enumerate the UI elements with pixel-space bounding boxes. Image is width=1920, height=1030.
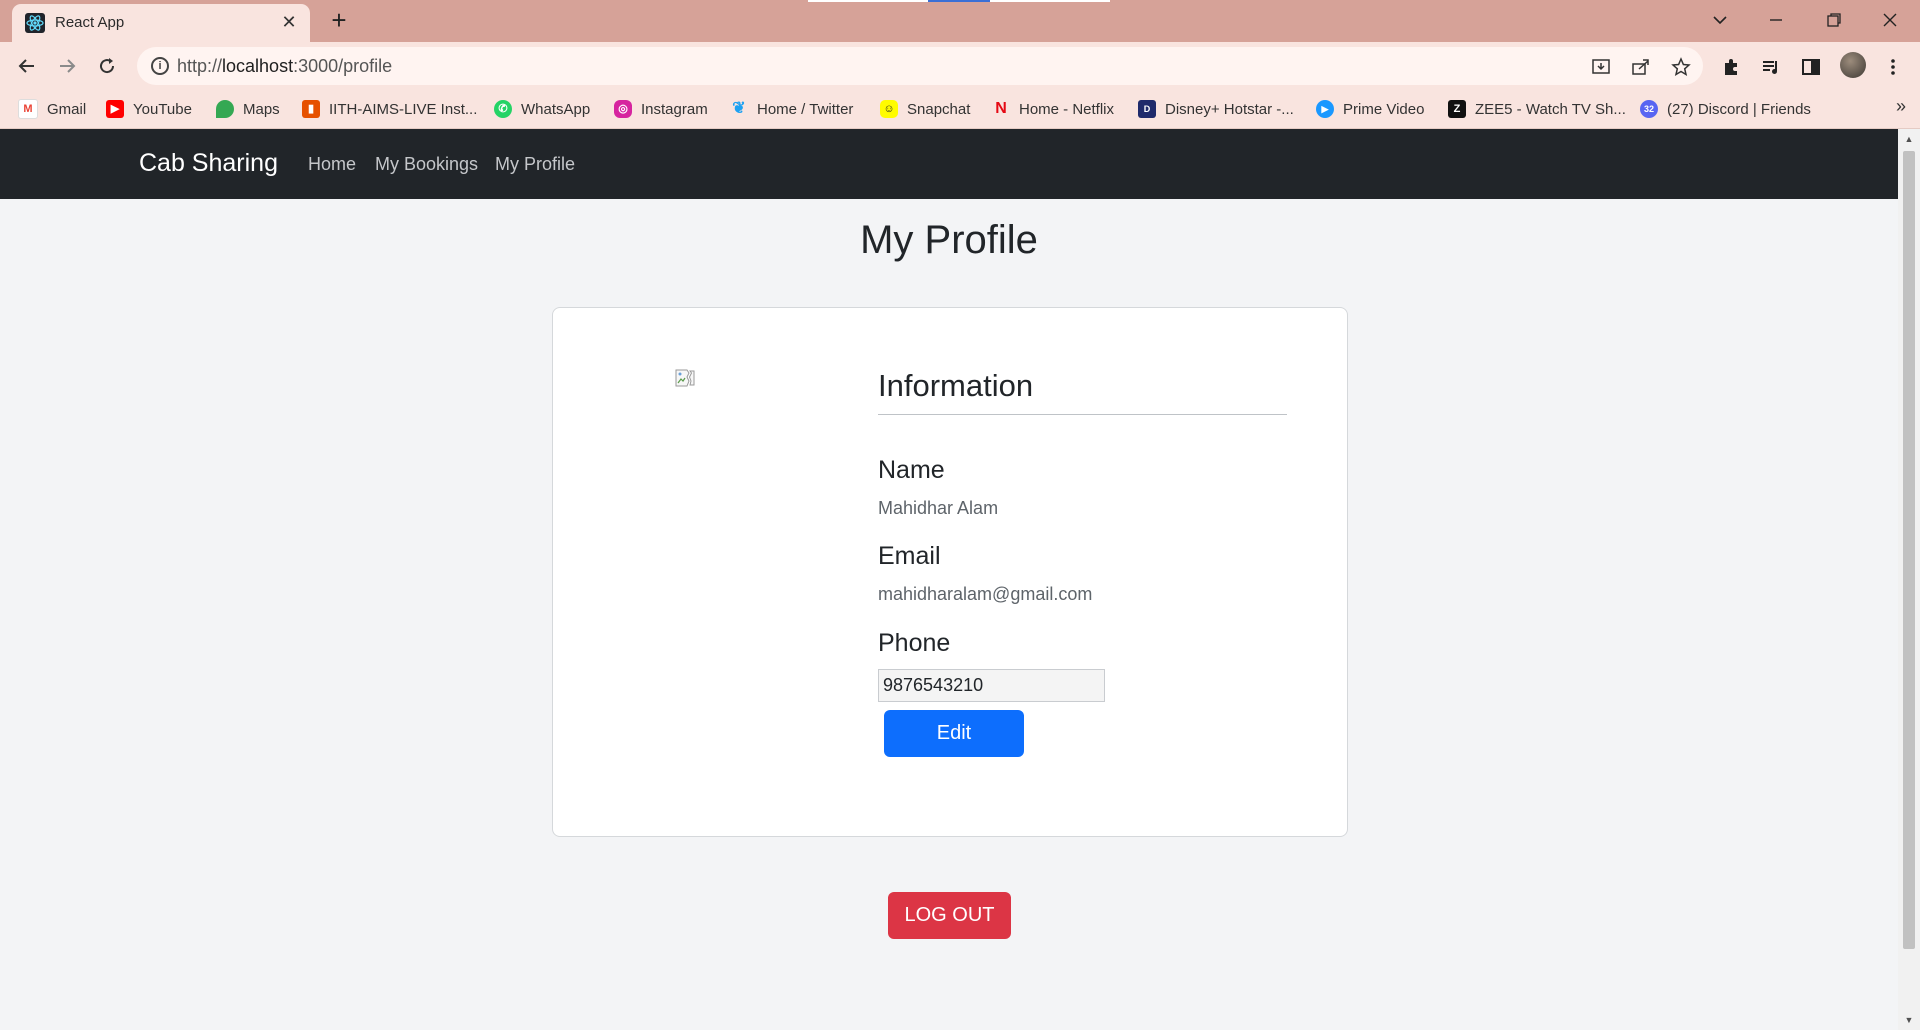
minimize-button[interactable] — [1748, 0, 1804, 40]
bookmark-maps[interactable]: Maps — [216, 96, 280, 122]
phone-field[interactable] — [878, 669, 1105, 702]
netflix-icon: N — [995, 100, 1007, 117]
scroll-down-arrow-icon[interactable]: ▼ — [1898, 1012, 1920, 1028]
bookmark-whatsapp[interactable]: ✆ WhatsApp — [494, 96, 590, 122]
profile-card: Information Name Mahidhar Alam Email mah… — [552, 307, 1348, 837]
nav-link-my-profile[interactable]: My Profile — [495, 154, 575, 175]
tabstrip-highlight — [808, 0, 928, 2]
information-heading: Information — [878, 368, 1034, 403]
tab-title: React App — [55, 14, 125, 31]
email-label: Email — [878, 542, 941, 570]
scrollbar-thumb[interactable] — [1903, 151, 1915, 949]
react-icon — [25, 13, 45, 33]
page-title: My Profile — [860, 218, 1038, 262]
browser-tab[interactable]: React App ✕ — [12, 4, 310, 42]
name-label: Name — [878, 456, 945, 484]
zee5-icon: Z — [1448, 100, 1466, 118]
bookmark-youtube[interactable]: ▶ YouTube — [106, 96, 192, 122]
tab-search-icon[interactable] — [1692, 0, 1748, 40]
bookmark-zee5[interactable]: Z ZEE5 - Watch TV Sh... — [1448, 96, 1626, 122]
phone-label: Phone — [878, 629, 951, 657]
bookmark-prime-video[interactable]: ▶ Prime Video — [1316, 96, 1424, 122]
bookmark-discord[interactable]: 32 (27) Discord | Friends — [1640, 96, 1811, 122]
navbar-brand[interactable]: Cab Sharing — [139, 149, 278, 178]
tabstrip-highlight — [928, 0, 990, 2]
gift-icon: ▮ — [302, 100, 320, 118]
nav-link-my-bookings[interactable]: My Bookings — [375, 154, 478, 175]
address-bar[interactable]: i http://localhost:3000/profile — [137, 47, 1703, 85]
twitter-icon: ❦ — [732, 100, 746, 117]
nav-link-home[interactable]: Home — [308, 154, 356, 175]
bookmark-gmail[interactable]: M Gmail — [18, 96, 86, 122]
instagram-icon: ◎ — [614, 100, 632, 118]
scrollbar[interactable]: ▲ ▼ — [1898, 129, 1920, 1030]
media-control-icon[interactable] — [1758, 54, 1784, 80]
close-tab-icon[interactable]: ✕ — [278, 11, 300, 33]
install-app-icon[interactable] — [1589, 55, 1613, 79]
app-navbar: Cab Sharing Home My Bookings My Profile — [0, 129, 1898, 199]
site-info-icon[interactable]: i — [151, 57, 169, 75]
scroll-up-arrow-icon[interactable]: ▲ — [1898, 131, 1920, 147]
gmail-icon: M — [18, 99, 38, 119]
hotstar-icon: D — [1138, 100, 1156, 118]
bookmarks-bar: M Gmail ▶ YouTube Maps ▮ IITH-AIMS-LIVE Ins… — [0, 89, 1920, 129]
back-button[interactable] — [11, 50, 43, 82]
reload-button[interactable] — [91, 50, 123, 82]
prime-video-icon: ▶ — [1316, 100, 1334, 118]
heading-divider — [878, 414, 1287, 415]
logout-button[interactable]: LOG OUT — [888, 892, 1011, 939]
maps-icon — [216, 100, 234, 118]
close-window-button[interactable] — [1862, 0, 1918, 40]
email-value: mahidharalam@gmail.com — [878, 584, 1093, 604]
restore-button[interactable] — [1806, 0, 1862, 40]
more-bookmarks-icon[interactable]: » — [1896, 96, 1906, 117]
bookmark-star-icon[interactable] — [1669, 55, 1693, 79]
discord-icon: 32 — [1640, 100, 1658, 118]
broken-image-icon — [675, 369, 695, 387]
youtube-icon: ▶ — [106, 100, 124, 118]
bookmark-netflix[interactable]: N Home - Netflix — [992, 96, 1114, 122]
bookmark-instagram[interactable]: ◎ Instagram — [614, 96, 708, 122]
menu-dots-icon[interactable] — [1880, 54, 1906, 80]
new-tab-button[interactable]: + — [325, 6, 353, 34]
browser-tabstrip: React App ✕ + — [0, 0, 1920, 42]
tabstrip-highlight — [990, 0, 1110, 2]
side-panel-icon[interactable] — [1798, 54, 1824, 80]
bookmark-snapchat[interactable]: ☺ Snapchat — [880, 96, 970, 122]
extensions-icon[interactable] — [1718, 54, 1744, 80]
browser-toolbar: i http://localhost:3000/profile — [0, 42, 1920, 89]
bookmark-twitter[interactable]: ❦ Home / Twitter — [730, 96, 853, 122]
share-icon[interactable] — [1629, 55, 1653, 79]
name-value: Mahidhar Alam — [878, 498, 999, 518]
bookmark-hotstar[interactable]: D Disney+ Hotstar -... — [1138, 96, 1294, 122]
url-text[interactable]: http://localhost:3000/profile — [177, 56, 392, 77]
edit-button[interactable]: Edit — [884, 710, 1024, 757]
bookmark-iith-aims[interactable]: ▮ IITH-AIMS-LIVE Inst... — [302, 96, 477, 122]
profile-avatar[interactable] — [1840, 52, 1866, 78]
snapchat-icon: ☺ — [880, 100, 898, 118]
forward-button[interactable] — [51, 50, 83, 82]
whatsapp-icon: ✆ — [494, 100, 512, 118]
